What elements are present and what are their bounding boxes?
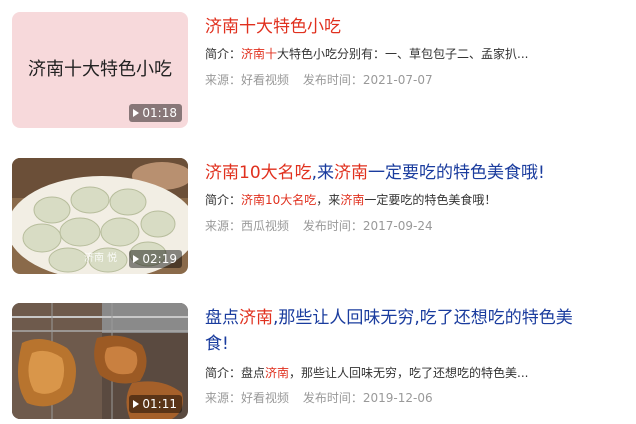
video-meta: 来源：好看视频 发布时间：2021-07-07 [205,70,605,90]
duration-badge: 01:18 [129,104,182,122]
title-segment-highlight: 济南 [334,163,369,183]
video-meta: 来源：好看视频 发布时间：2019-12-06 [205,388,605,408]
title-segment-text: 盘点 [205,308,239,328]
video-meta: 来源：西瓜视频 发布时间：2017-09-24 [205,216,605,236]
duration-text: 02:19 [142,252,177,266]
title-segment-text: ,来 [311,163,335,183]
duration-text: 01:11 [142,397,177,411]
summary-segment-text: 一定要吃的特色美食哦！ [364,193,497,207]
title-segment-highlight: 济南 [239,308,273,328]
summary-segment-highlight: 济南 [340,193,365,207]
video-result-item[interactable]: 济南十大特色小吃 01:18 济南十大特色小吃 简介：济南十大特色小吃分别有：一… [0,10,636,128]
video-source: 来源：好看视频 [205,391,290,405]
video-summary: 简介：济南10大名吃，来济南一定要吃的特色美食哦！ [205,190,605,210]
video-summary: 简介：济南十大特色小吃分别有：一、草包包子二、孟家扒... [205,44,605,64]
video-result-item[interactable]: 01:11 盘点济南,那些让人回味无穷,吃了还想吃的特色美食! 简介：盘点济南，… [0,301,636,419]
duration-badge: 01:11 [129,395,182,413]
summary-segment-text: ，来 [316,193,341,207]
summary-segment-text: 简介： [205,47,242,61]
summary-segment-text: 简介： [205,193,242,207]
summary-segment-text: 简介：盘点 [205,366,266,380]
thumbnail-title-text: 济南十大特色小吃 [28,59,172,80]
play-icon [133,255,140,263]
title-segment-highlight: 十大特色小吃 [239,17,341,37]
video-source: 来源：西瓜视频 [205,219,290,233]
video-result-item[interactable]: 济南 悦 02:19 济南10大名吃,来济南一定要吃的特色美食哦! 简介：济南1… [0,156,636,274]
title-segment-highlight: 济南 [205,17,239,37]
summary-segment-text: ，那些让人回味无穷，吃了还想吃的特色美... [289,366,529,380]
video-source: 来源：好看视频 [205,73,290,87]
duration-badge: 02:19 [129,250,182,268]
summary-segment-text: 大特色小吃分别有：一、草包包子二、孟家扒... [277,47,529,61]
title-segment-highlight: 济南10大名吃 [205,163,312,183]
play-icon [133,400,140,408]
video-thumbnail[interactable]: 济南十大特色小吃 01:18 [12,12,188,128]
summary-segment-highlight: 济南 [265,366,290,380]
play-icon [133,109,140,117]
video-thumbnail[interactable]: 济南 悦 02:19 [12,158,188,274]
video-title-link[interactable]: 济南十大特色小吃 [205,14,585,40]
video-date: 发布时间：2017-09-24 [302,219,433,233]
video-date: 发布时间：2021-07-07 [302,73,433,87]
watermark-text: 济南 悦 [84,253,118,264]
summary-segment-highlight: 济南十 [241,47,278,61]
title-segment-text: 一定要吃的特色美食哦! [368,163,545,183]
video-title-link[interactable]: 盘点济南,那些让人回味无穷,吃了还想吃的特色美食! [205,305,585,357]
video-title-link[interactable]: 济南10大名吃,来济南一定要吃的特色美食哦! [205,160,585,186]
video-thumbnail[interactable]: 01:11 [12,303,188,419]
video-result-list: 济南十大特色小吃 01:18 济南十大特色小吃 简介：济南十大特色小吃分别有：一… [0,0,636,424]
video-date: 发布时间：2019-12-06 [302,391,433,405]
summary-segment-highlight: 济南10大名吃 [241,193,317,207]
duration-text: 01:18 [142,106,177,120]
video-summary: 简介：盘点济南，那些让人回味无穷，吃了还想吃的特色美... [205,363,605,383]
